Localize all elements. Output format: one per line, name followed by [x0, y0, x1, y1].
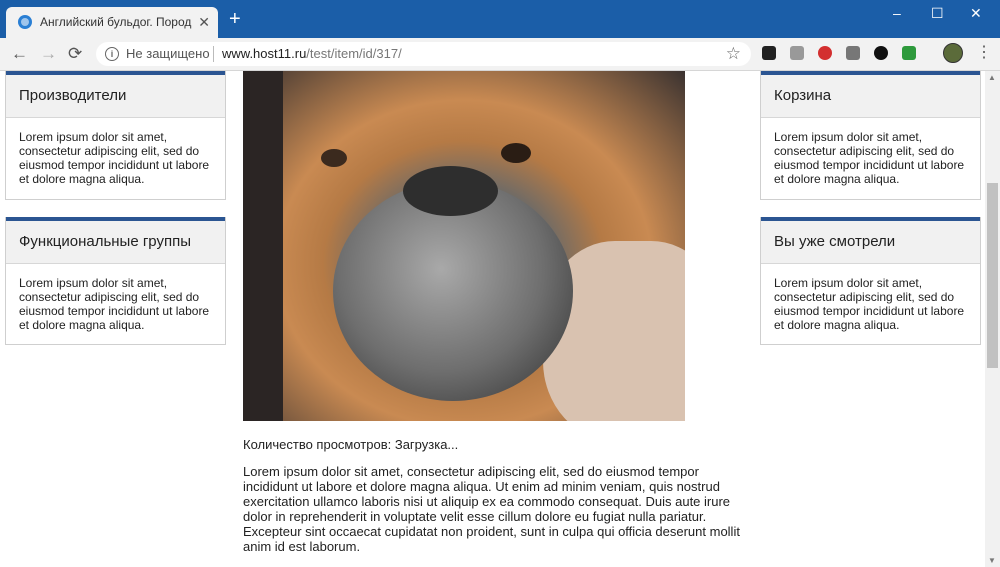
profile-avatar[interactable]	[943, 43, 963, 63]
photo-eye	[501, 143, 531, 163]
widget-cart: Корзина Lorem ipsum dolor sit amet, cons…	[760, 71, 981, 200]
widget-text: Lorem ipsum dolor sit amet, consectetur …	[774, 130, 965, 186]
new-tab-button[interactable]: +	[229, 9, 241, 29]
page-viewport: Производители Lorem ipsum dolor sit amet…	[0, 71, 985, 567]
layers-ext-icon[interactable]	[902, 46, 916, 60]
url-text: www.host11.ru/test/item/id/317/	[222, 46, 402, 61]
scroll-down-icon[interactable]: ▼	[988, 556, 996, 565]
address-bar[interactable]: i Не защищено www.host11.ru/test/item/id…	[96, 42, 751, 66]
url-host: www.host11.ru	[222, 46, 307, 61]
scroll-up-icon[interactable]: ▲	[988, 73, 996, 82]
minimize-button[interactable]: –	[893, 6, 901, 20]
scroll-thumb[interactable]	[987, 183, 998, 368]
widget-title[interactable]: Вы уже смотрели	[761, 221, 980, 264]
reload-button[interactable]: ⟳	[68, 44, 82, 64]
tab-favicon-icon	[18, 15, 32, 29]
widget-title[interactable]: Производители	[6, 75, 225, 118]
tab-close-icon[interactable]: ✕	[198, 13, 210, 31]
product-description: Lorem ipsum dolor sit amet, consectetur …	[243, 464, 740, 554]
incognito-ext-icon[interactable]	[762, 46, 776, 60]
security-label: Не защищено	[126, 46, 210, 61]
browser-tab[interactable]: Английский бульдог. Породы со ✕	[6, 7, 218, 38]
monitor-ext-icon[interactable]	[846, 46, 860, 60]
photo-shadow	[243, 71, 283, 421]
photo-nose	[403, 166, 498, 216]
browser-titlebar: Английский бульдог. Породы со ✕ + – ☐ ✕	[0, 0, 1000, 38]
tab-title: Английский бульдог. Породы со	[40, 15, 192, 29]
widget-manufacturers: Производители Lorem ipsum dolor sit amet…	[5, 71, 226, 200]
back-button[interactable]: ←	[11, 44, 28, 64]
reader-ext-icon[interactable]	[790, 46, 804, 60]
page-scrollbar[interactable]: ▲ ▼	[985, 71, 1000, 567]
widget-recently-viewed: Вы уже смотрели Lorem ipsum dolor sit am…	[760, 217, 981, 345]
close-window-button[interactable]: ✕	[970, 6, 982, 20]
maximize-button[interactable]: ☐	[931, 6, 944, 20]
widget-text: Lorem ipsum dolor sit amet, consectetur …	[19, 130, 210, 186]
bookmark-star-icon[interactable]: ☆	[726, 44, 741, 64]
photo-eye	[321, 149, 347, 167]
info-icon[interactable]: i	[105, 47, 119, 61]
widget-functional-groups: Функциональные группы Lorem ipsum dolor …	[5, 217, 226, 345]
widget-text: Lorem ipsum dolor sit amet, consectetur …	[19, 276, 210, 332]
widget-title[interactable]: Корзина	[761, 75, 980, 118]
views-counter: Количество просмотров: Загрузка...	[243, 437, 459, 452]
adblock-ext-icon[interactable]	[818, 46, 832, 60]
forward-button[interactable]: →	[40, 44, 57, 64]
omnibox-divider	[213, 46, 214, 62]
url-path: /test/item/id/317/	[306, 46, 402, 61]
eye-ext-icon[interactable]	[874, 46, 888, 60]
widget-title[interactable]: Функциональные группы	[6, 221, 225, 264]
browser-menu-icon[interactable]: ⋮	[976, 43, 992, 63]
widget-text: Lorem ipsum dolor sit amet, consectetur …	[774, 276, 965, 332]
product-photo	[243, 71, 685, 421]
browser-toolbar: ← → ⟳ i Не защищено www.host11.ru/test/i…	[0, 38, 1000, 71]
